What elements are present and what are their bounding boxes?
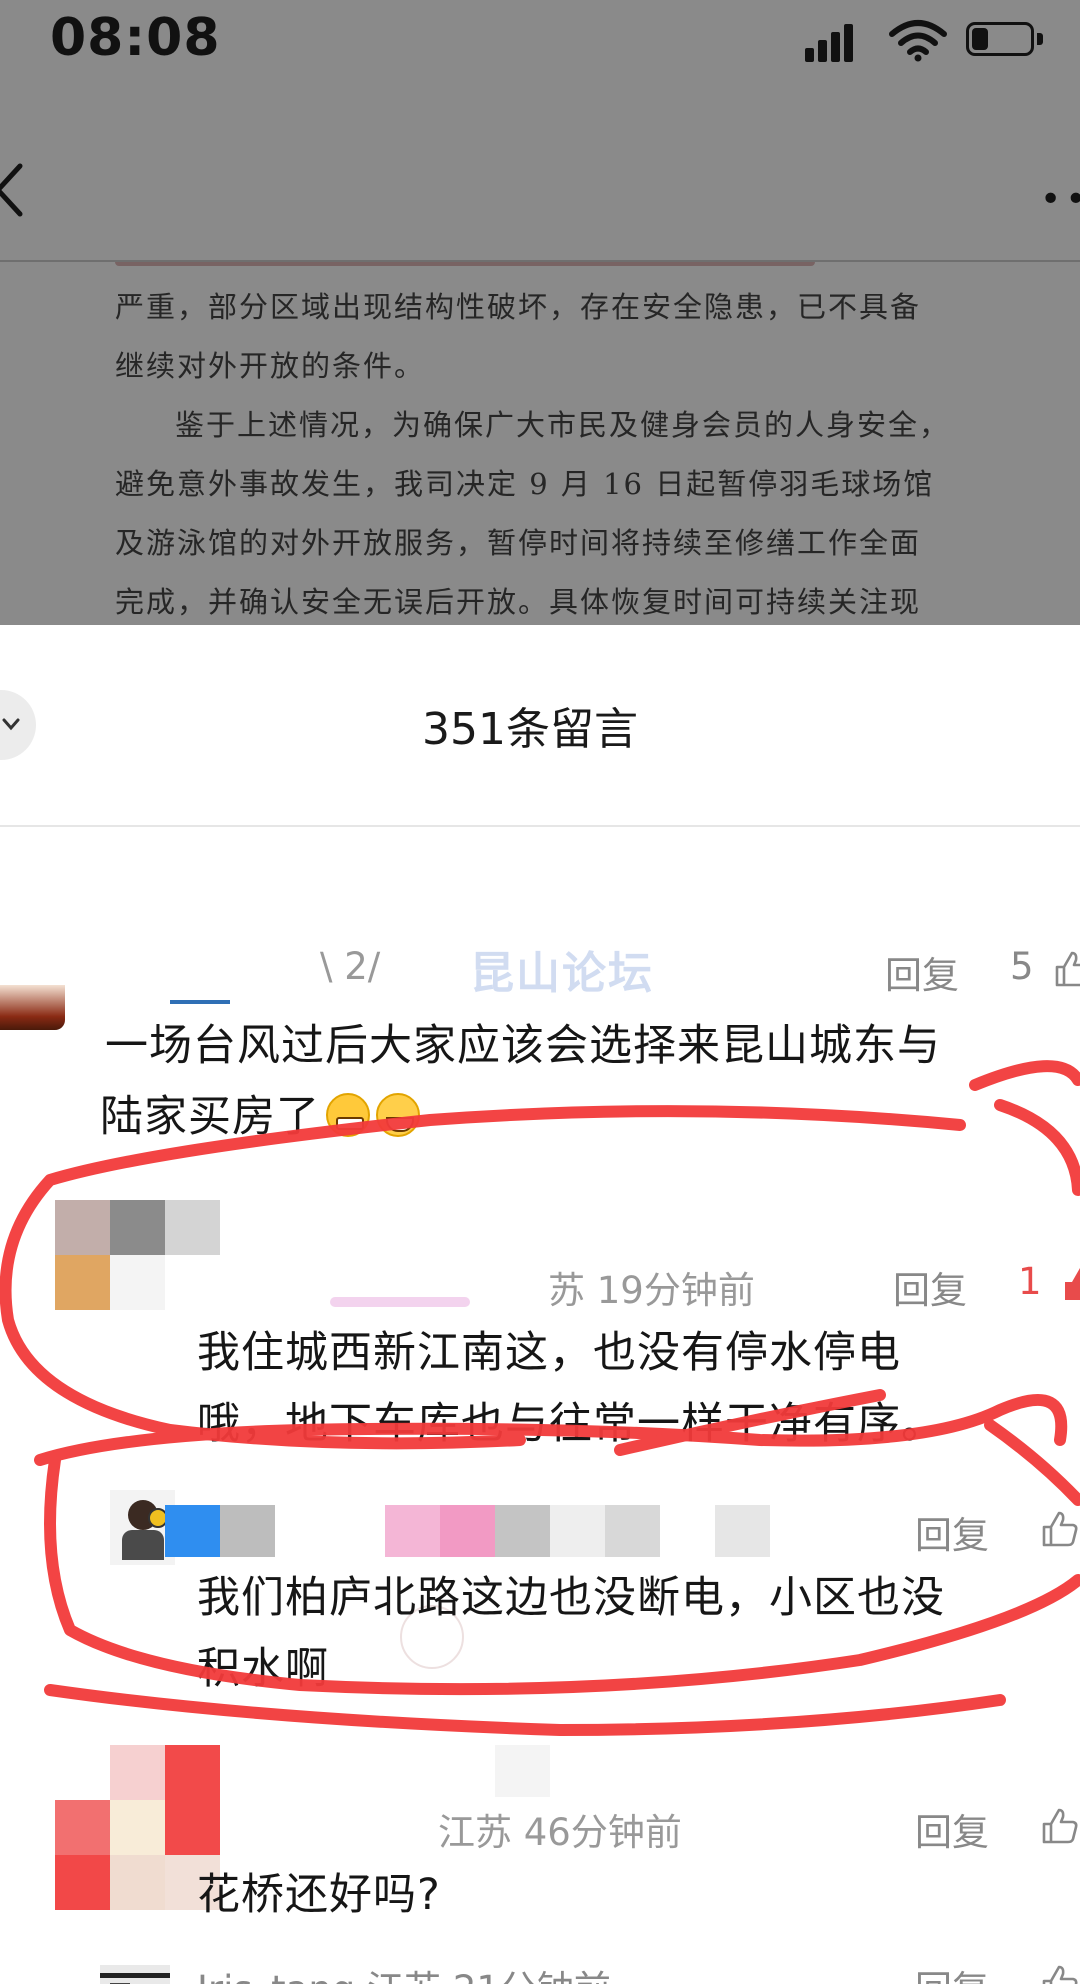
comment-line: 花桥还好吗? [197,1870,441,1920]
username-blurred [165,1505,775,1557]
avatar [0,985,65,1030]
divider [0,825,1080,827]
grin-emoji-icon [326,1093,370,1137]
article-line: 完成，并确认安全无误后开放。具体恢复时间可持续关注现 [115,585,922,619]
article-line: 鉴于上述情况，为确保广大市民及健身会员的人身安全， [175,408,951,442]
laugh-cry-emoji-icon [376,1093,420,1137]
article-line: 避免意外事故发生，我司决定 9 月 16 日起暂停羽毛球场馆 [115,467,935,501]
like-button[interactable]: 5 [1010,945,1080,989]
reply-button[interactable]: 回复 [885,945,959,999]
comment-text: 花桥还好吗? [197,1860,441,1931]
like-button[interactable] [1040,1959,1080,1984]
avatar [55,1745,220,1910]
reply-button[interactable]: 回复 [915,1802,989,1856]
comment-line: 哦，地下车库也与往常一样干净有序。 [197,1399,945,1449]
comment-text: 一场台风过后大家应该会选择来昆山城东与 陆家买房了 [100,1011,941,1153]
like-button[interactable]: 1 [1018,1260,1080,1304]
reply-button[interactable]: 回复 [915,1959,989,1984]
watermark-text: 昆山论坛 [470,948,654,999]
comment-meta: Iris_tang 江苏 21分钟前 [197,1959,611,1984]
battery-icon [966,22,1046,58]
comment-meta: 苏 19分钟前 [548,1269,755,1312]
article-line: 继续对外开放的条件。 [115,349,426,383]
reply-button[interactable]: 回复 [893,1260,967,1314]
article-line: 及游泳馆的对外开放服务，暂停时间将持续至修缮工作全面 [115,526,922,560]
comment-meta: 江苏 46分钟前 [438,1811,682,1854]
comment-meta: \ 2/ [320,945,381,988]
comment-line: 我们柏庐北路这边也没断电，小区也没 [197,1573,945,1623]
comments-title: 351条留言 [422,704,638,755]
reply-button[interactable]: 回复 [915,1505,989,1559]
comment-line: 积水啊 [197,1644,329,1694]
article-cut-line [115,262,975,272]
like-button[interactable] [1040,1505,1080,1549]
thumb-up-icon [1065,1268,1080,1300]
back-icon[interactable] [0,160,30,220]
comment-line: 陆家买房了 [100,1082,941,1153]
status-bar: 08:08 [0,0,1080,80]
nav-bar: •• [0,120,1080,262]
comment-line: 一场台风过后大家应该会选择来昆山城东与 [105,1021,941,1071]
thumb-up-icon [1042,1965,1078,1984]
avatar [100,1965,170,1984]
thumb-up-icon [1042,1511,1078,1546]
thumb-up-icon [1042,1808,1078,1843]
username-blurred [385,1745,555,1797]
status-time: 08:08 [50,8,221,68]
article-line: 严重，部分区域出现结构性破坏，存在安全隐患，已不具备 [115,290,922,324]
more-icon[interactable]: •• [1040,182,1080,218]
article-body: 严重，部分区域出现结构性破坏，存在安全隐患，已不具备 继续对外开放的条件。 鉴于… [0,262,1080,625]
comments-sheet: 351条留言 \ 2/ 回复 5 一场台风过后大家应该会选择来昆山城东与 陆家买… [0,625,1080,1984]
article-page-dimmed: 08:08 •• 严重，部分区域出现结构性破坏，存在安全隐患，已不具备 继续对外… [0,0,1080,625]
like-count: 1 [1018,1260,1042,1303]
comment-text: 我住城西新江南这，也没有停水停电 哦，地下车库也与往常一样干净有序。 [197,1318,945,1460]
signal-icon [805,22,865,62]
like-button[interactable] [1040,1802,1080,1846]
comment-text: 我们柏庐北路这边也没断电，小区也没 积水啊 [197,1563,945,1705]
comment-line: 我住城西新江南这，也没有停水停电 [197,1328,901,1378]
like-count: 5 [1010,945,1034,988]
wifi-icon [889,20,947,62]
thumb-up-icon [1056,951,1080,986]
avatar [55,1200,220,1310]
